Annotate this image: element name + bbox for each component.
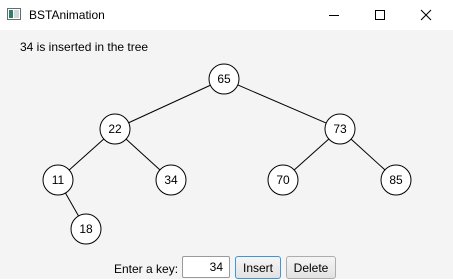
- title-bar[interactable]: BSTAnimation: [0, 0, 453, 30]
- tree-node-65: 65: [208, 63, 240, 95]
- tree-node-label: 18: [79, 222, 93, 236]
- close-button[interactable]: [403, 0, 448, 30]
- tree-node-label: 70: [276, 173, 290, 187]
- app-icon: [7, 8, 21, 20]
- minimize-icon: [328, 15, 339, 16]
- tree-node-18: 18: [70, 213, 102, 245]
- tree-edge: [125, 138, 161, 171]
- tree-node-73: 73: [324, 113, 356, 145]
- tree-node-85: 85: [380, 164, 412, 196]
- tree-node-label: 11: [52, 173, 65, 187]
- tree-node-11: 11: [42, 164, 74, 196]
- maximize-button[interactable]: [357, 0, 402, 30]
- tree-edge: [237, 84, 327, 124]
- insert-button[interactable]: Insert: [235, 256, 281, 279]
- minimize-button[interactable]: [311, 0, 356, 30]
- key-input[interactable]: [182, 256, 230, 278]
- close-icon: [420, 9, 431, 21]
- tree-node-label: 65: [217, 72, 231, 86]
- tree-node-label: 85: [389, 173, 403, 187]
- delete-button[interactable]: Delete: [286, 256, 336, 279]
- window-title: BSTAnimation: [29, 8, 105, 22]
- tree-node-22: 22: [99, 113, 131, 145]
- tree-node-34: 34: [155, 164, 187, 196]
- tree-node-label: 34: [164, 173, 178, 187]
- tree-node-label: 73: [333, 122, 347, 136]
- bst-tree-canvas: 65 22 73 11 34 70 85 18: [42, 63, 412, 245]
- app-window: BSTAnimation 34 is inserted in the tree …: [0, 0, 453, 279]
- tree-edge: [293, 138, 330, 171]
- maximize-icon: [374, 10, 385, 20]
- tree-node-70: 70: [267, 164, 299, 196]
- tree-edge: [68, 138, 105, 171]
- tree-edge: [65, 192, 79, 217]
- tree-edge: [128, 84, 211, 124]
- tree-node-label: 22: [108, 122, 122, 136]
- tree-edge: [350, 138, 386, 171]
- key-label: Enter a key:: [114, 262, 179, 276]
- controls-bar: Enter a key: Insert Delete: [0, 256, 453, 280]
